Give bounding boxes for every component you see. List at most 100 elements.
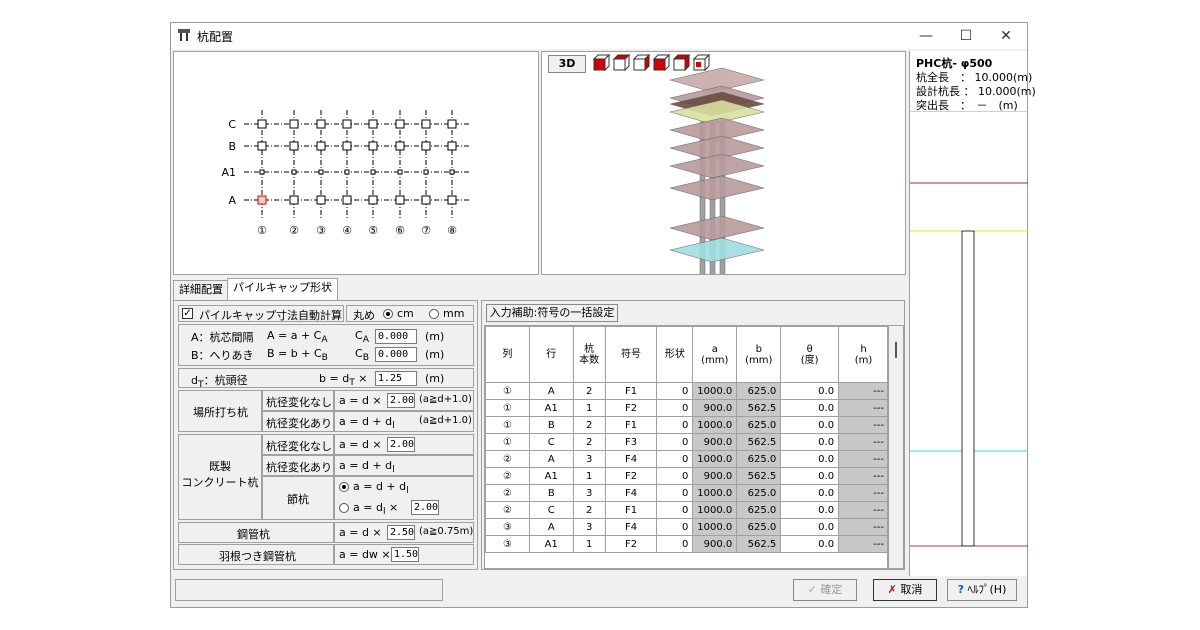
table-cell[interactable]: 3 — [572, 484, 606, 502]
table-cell[interactable]: 2 — [572, 416, 606, 434]
table-cell[interactable]: 0 — [656, 535, 694, 553]
table-cell[interactable]: 3 — [572, 518, 606, 536]
table-cell[interactable]: 0.0 — [780, 535, 840, 553]
table-cell[interactable]: F2 — [604, 399, 658, 417]
pile-cap-marker[interactable] — [257, 119, 267, 129]
table-cell[interactable]: 1000.0 — [692, 484, 738, 502]
table-cell[interactable]: 1 — [572, 467, 606, 485]
table-cell[interactable]: 0 — [656, 399, 694, 417]
pile-cap-marker[interactable] — [257, 141, 267, 151]
table-cell[interactable]: 1 — [572, 535, 606, 553]
pile-cap-marker[interactable] — [421, 141, 431, 151]
pile-cap-marker[interactable] — [368, 141, 378, 151]
pile-cap-marker[interactable] — [447, 195, 457, 205]
table-cell[interactable]: ③ — [485, 535, 530, 553]
table-cell[interactable]: A — [528, 518, 574, 536]
joint-formula2-radio[interactable] — [339, 503, 349, 513]
table-cell[interactable]: 0.0 — [780, 399, 840, 417]
table-cell[interactable]: B — [528, 416, 574, 434]
table-cell[interactable]: A — [528, 450, 574, 468]
table-cell[interactable]: 0 — [656, 518, 694, 536]
pile-cap-marker[interactable] — [257, 195, 267, 205]
table-cell[interactable]: ① — [485, 433, 530, 451]
pile-cap-marker[interactable] — [316, 119, 326, 129]
table-cell[interactable]: 625.0 — [736, 450, 782, 468]
table-row[interactable]: ① A 2 F1 0 1000.0 625.0 0.0 --- — [485, 382, 887, 400]
pile-cap-marker[interactable] — [395, 141, 405, 151]
pile-cap-marker[interactable] — [289, 141, 299, 151]
pile-cap-marker[interactable] — [368, 195, 378, 205]
table-cell[interactable]: 1 — [572, 399, 606, 417]
pile-cap-marker[interactable] — [344, 169, 350, 175]
table-cell[interactable]: --- — [838, 518, 887, 536]
table-cell[interactable]: 1000.0 — [692, 501, 738, 519]
pile-cap-marker[interactable] — [289, 195, 299, 205]
table-cell[interactable]: F1 — [604, 501, 658, 519]
table-cell[interactable]: 0.0 — [780, 450, 840, 468]
tab-detail-layout[interactable]: 詳細配置 — [173, 280, 229, 300]
close-button[interactable]: ✕ — [986, 23, 1026, 49]
table-cell[interactable]: F1 — [604, 382, 658, 400]
plan-view[interactable]: C B A1 A ① ② ③ ④ ⑤ ⑥ ⑦ ⑧ — [173, 51, 539, 275]
table-cell[interactable]: F2 — [604, 535, 658, 553]
table-cell[interactable]: 3 — [572, 450, 606, 468]
pile-cap-marker[interactable] — [370, 169, 376, 175]
table-cell[interactable]: ② — [485, 467, 530, 485]
joint-input[interactable]: 2.00 — [411, 500, 439, 515]
joint-formula1-radio[interactable] — [339, 482, 349, 492]
pile-cap-marker[interactable] — [447, 119, 457, 129]
table-cell[interactable]: --- — [838, 501, 887, 519]
steel-pipe-input[interactable]: 2.50 — [387, 525, 415, 540]
pile-cap-marker[interactable] — [318, 169, 324, 175]
table-cell[interactable]: --- — [838, 484, 887, 502]
table-cell[interactable]: 0 — [656, 484, 694, 502]
table-row[interactable]: ② A 3 F4 0 1000.0 625.0 0.0 --- — [485, 450, 887, 468]
table-cell[interactable]: 562.5 — [736, 467, 782, 485]
table-cell[interactable]: --- — [838, 416, 887, 434]
pilecap-table-scroll[interactable]: 列行杭 本数 符号 形状 a (mm) b (mm) θ (度) h (m) ① A 2 F1 0 1… — [484, 325, 888, 569]
pile-cap-marker[interactable] — [368, 119, 378, 129]
table-cell[interactable]: 625.0 — [736, 501, 782, 519]
table-cell[interactable]: 625.0 — [736, 382, 782, 400]
unit-mm-radio[interactable] — [429, 309, 439, 319]
table-cell[interactable]: A1 — [528, 399, 574, 417]
table-cell[interactable]: --- — [838, 382, 887, 400]
table-cell[interactable]: --- — [838, 433, 887, 451]
table-cell[interactable]: --- — [838, 467, 887, 485]
table-cell[interactable]: C — [528, 433, 574, 451]
auto-calc-checkbox[interactable]: ✓ — [182, 308, 193, 319]
table-cell[interactable]: 0.0 — [780, 518, 840, 536]
table-row[interactable]: ① C 2 F3 0 900.0 562.5 0.0 --- — [485, 433, 887, 451]
table-row[interactable]: ③ A1 1 F2 0 900.0 562.5 0.0 --- — [485, 535, 887, 553]
table-cell[interactable]: ① — [485, 416, 530, 434]
table-cell[interactable]: 2 — [572, 501, 606, 519]
precast-nc-input[interactable]: 2.00 — [387, 437, 415, 452]
ca-input[interactable]: 0.000 — [375, 329, 417, 344]
table-cell[interactable]: F3 — [604, 433, 658, 451]
cb-input[interactable]: 0.000 — [375, 347, 417, 362]
cast-nc-input[interactable]: 2.00 — [387, 393, 415, 408]
table-cell[interactable]: ② — [485, 450, 530, 468]
table-cell[interactable]: 0 — [656, 382, 694, 400]
table-cell[interactable]: 2 — [572, 433, 606, 451]
table-cell[interactable]: 625.0 — [736, 484, 782, 502]
table-cell[interactable]: 2 — [572, 382, 606, 400]
scrollbar-thumb[interactable] — [895, 342, 897, 358]
table-cell[interactable]: ③ — [485, 518, 530, 536]
pile-cap-marker[interactable] — [423, 169, 429, 175]
table-cell[interactable]: 0 — [656, 416, 694, 434]
pile-cap-marker[interactable] — [291, 169, 297, 175]
table-cell[interactable]: C — [528, 501, 574, 519]
pile-cap-marker[interactable] — [316, 195, 326, 205]
table-cell[interactable]: 0.0 — [780, 501, 840, 519]
pile-cap-marker[interactable] — [395, 119, 405, 129]
table-cell[interactable]: ② — [485, 484, 530, 502]
table-cell[interactable]: A — [528, 382, 574, 400]
pile-cap-marker[interactable] — [342, 195, 352, 205]
table-cell[interactable]: F4 — [604, 484, 658, 502]
table-cell[interactable]: 900.0 — [692, 467, 738, 485]
table-cell[interactable]: ① — [485, 399, 530, 417]
table-cell[interactable]: 0.0 — [780, 433, 840, 451]
minimize-button[interactable]: — — [906, 23, 946, 49]
help-button[interactable]: ? ﾍﾙﾌﾟ(H) — [947, 579, 1017, 601]
